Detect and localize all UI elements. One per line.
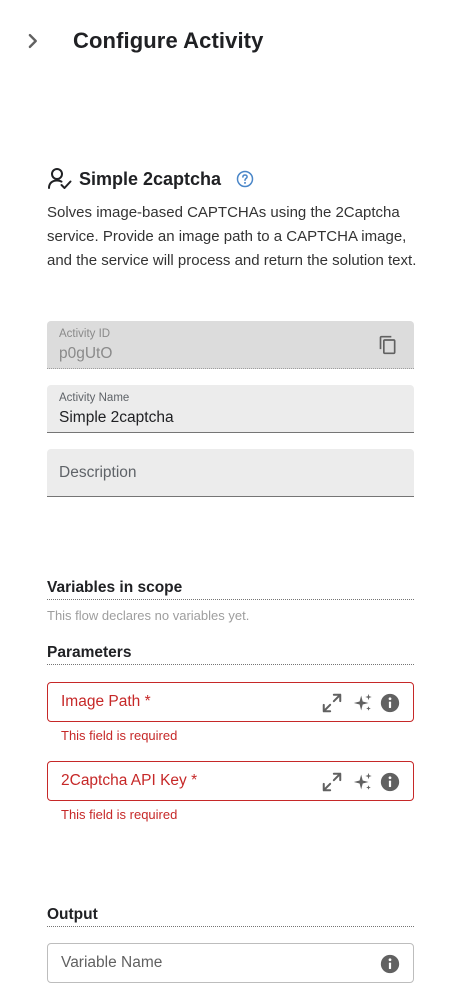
copy-icon[interactable] xyxy=(378,335,398,355)
chevron-right-icon[interactable] xyxy=(22,30,44,52)
info-icon[interactable] xyxy=(379,692,401,714)
info-icon[interactable] xyxy=(379,771,401,793)
header: Configure Activity xyxy=(0,0,470,84)
sparkle-icon[interactable] xyxy=(352,771,374,793)
image-path-error: This field is required xyxy=(61,728,178,743)
page-title: Configure Activity xyxy=(73,28,264,53)
help-icon[interactable] xyxy=(236,170,254,188)
activity-description: Solves image-based CAPTCHAs using the 2C… xyxy=(47,204,417,269)
expand-icon[interactable] xyxy=(321,771,343,793)
activity-id-field: Activity ID p0gUtO xyxy=(47,321,414,369)
activity-name-field[interactable]: Activity Name Simple 2captcha xyxy=(47,385,414,433)
user-check-icon xyxy=(48,168,72,189)
variable-name-field[interactable]: Variable Name xyxy=(47,943,414,983)
expand-icon[interactable] xyxy=(321,692,343,714)
activity-name-value[interactable]: Simple 2captcha xyxy=(59,409,174,427)
info-icon[interactable] xyxy=(379,953,401,975)
variables-empty-text: This flow declares no variables yet. xyxy=(47,608,250,623)
description-field[interactable]: Description xyxy=(47,449,414,497)
activity-name: Simple 2captcha xyxy=(79,168,222,189)
api-key-error: This field is required xyxy=(61,807,178,822)
activity-id-label: Activity ID xyxy=(59,328,111,340)
api-key-field[interactable]: 2Captcha API Key * xyxy=(47,761,414,801)
sparkle-icon[interactable] xyxy=(352,692,374,714)
variable-name-label: Variable Name xyxy=(61,954,163,971)
image-path-label: Image Path * xyxy=(61,693,151,710)
api-key-label: 2Captcha API Key * xyxy=(61,772,198,789)
variables-heading: Variables in scope xyxy=(47,579,414,600)
image-path-field[interactable]: Image Path * xyxy=(47,682,414,722)
output-heading: Output xyxy=(47,906,414,927)
activity-name-label: Activity Name xyxy=(59,392,130,404)
parameters-heading: Parameters xyxy=(47,644,414,665)
description-label: Description xyxy=(59,464,137,481)
activity-id-value: p0gUtO xyxy=(59,345,113,362)
activity-header: Simple 2captcha xyxy=(47,166,254,192)
